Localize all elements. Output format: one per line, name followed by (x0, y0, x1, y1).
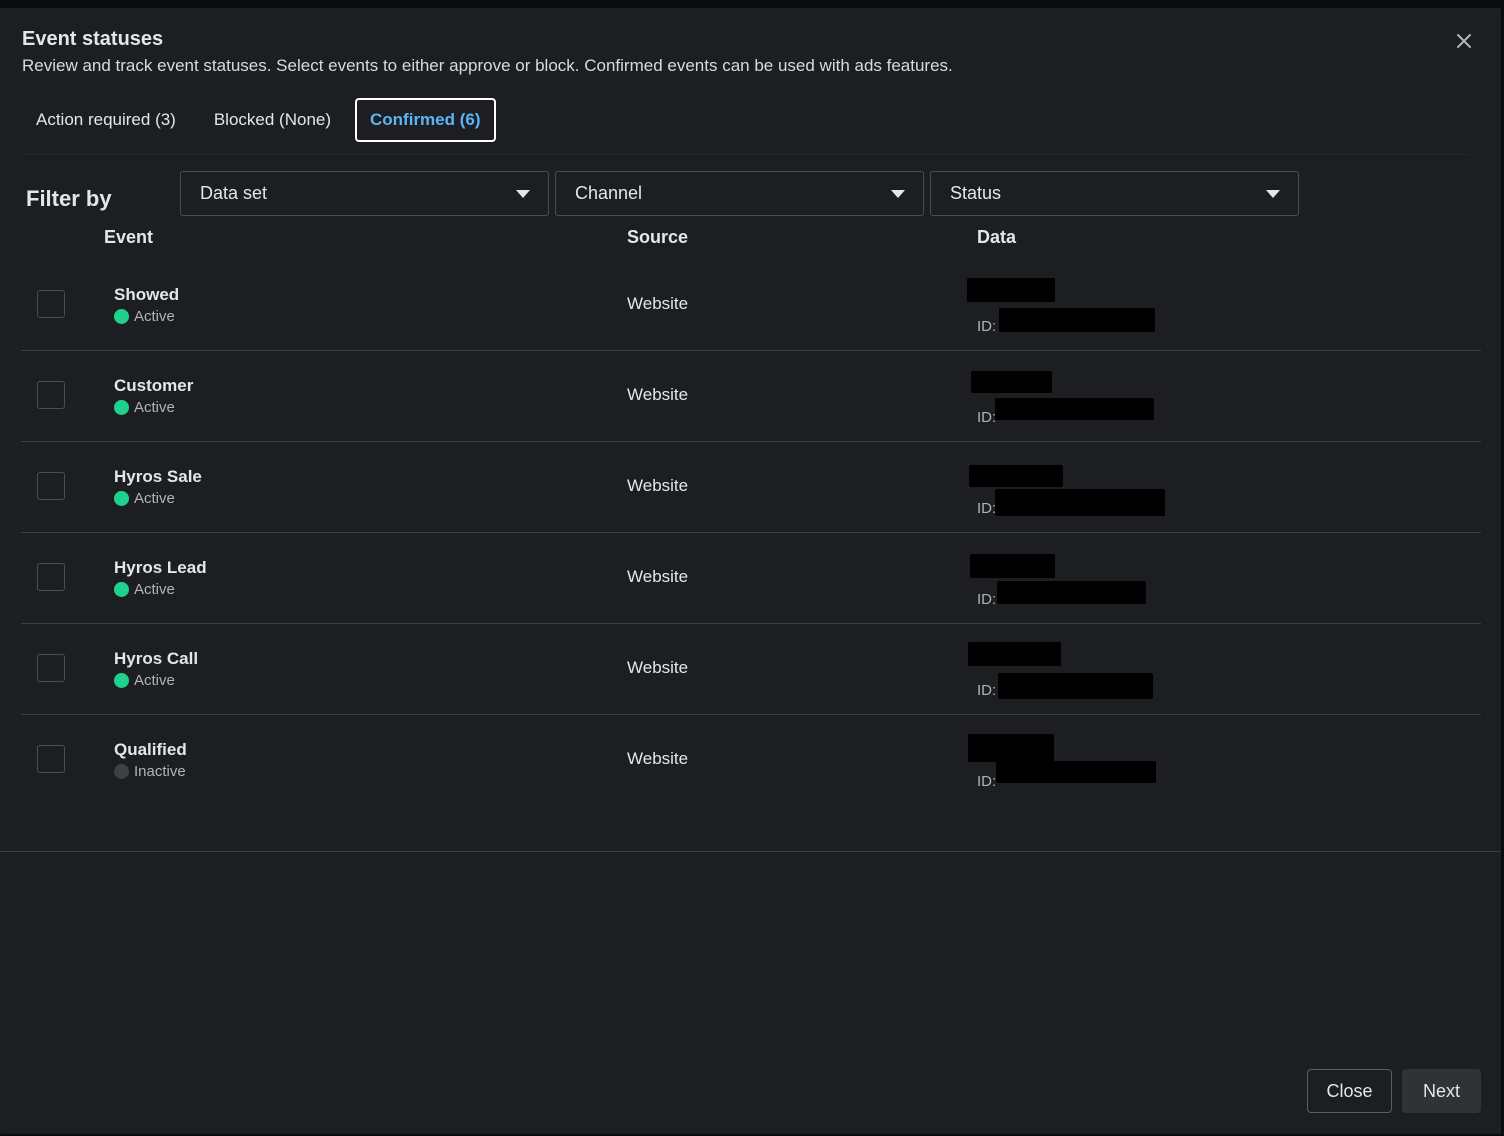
table-row: Hyros Lead Active Website ID: (21, 533, 1481, 624)
dialog-title: Event statuses (22, 28, 164, 50)
status-dot-icon (114, 309, 129, 324)
status-dropdown-label: Status (950, 183, 1002, 203)
event-source: Website (627, 658, 689, 677)
event-name: Hyros Call (114, 649, 199, 668)
column-header-source: Source (627, 227, 689, 247)
event-status-label: Inactive (134, 763, 186, 780)
data-set-dropdown-label: Data set (200, 183, 268, 203)
dialog-subtitle: Review and track event statuses. Select … (22, 56, 953, 75)
event-status-label: Active (134, 672, 175, 689)
id-label: ID: (977, 773, 997, 790)
next-button[interactable]: Next (1402, 1069, 1481, 1113)
tab-action-required[interactable]: Action required (3) (22, 98, 190, 142)
redacted-data-name (969, 465, 1063, 487)
event-source: Website (627, 476, 689, 495)
event-name: Hyros Lead (114, 558, 207, 577)
id-label: ID: (977, 500, 997, 517)
redacted-data-id (999, 308, 1155, 332)
redacted-data-name (968, 734, 1054, 762)
caret-down-icon (516, 189, 530, 198)
status-dot-icon (114, 491, 129, 506)
close-button[interactable]: Close (1307, 1069, 1392, 1113)
event-statuses-dialog: Event statuses Review and track event st… (0, 8, 1501, 1134)
status-dot-icon (114, 400, 129, 415)
event-source: Website (627, 567, 689, 586)
row-checkbox[interactable] (37, 654, 65, 682)
redacted-data-name (970, 554, 1055, 578)
id-label: ID: (977, 318, 997, 335)
redacted-data-id (996, 761, 1156, 783)
event-name: Showed (114, 285, 180, 304)
redacted-data-name (967, 278, 1055, 302)
event-source: Website (627, 749, 689, 768)
event-source: Website (627, 385, 689, 404)
redacted-data-id (997, 581, 1146, 604)
event-status: Active (114, 672, 175, 689)
row-checkbox[interactable] (37, 745, 65, 773)
id-label: ID: (977, 409, 997, 426)
event-status-label: Active (134, 399, 175, 416)
footer-divider (0, 851, 1501, 852)
caret-down-icon (891, 189, 905, 198)
redacted-data-id (998, 673, 1153, 699)
event-status: Active (114, 399, 175, 416)
table-row: Showed Active Website ID: (21, 260, 1481, 351)
row-checkbox[interactable] (37, 290, 65, 318)
tabs-divider (22, 154, 1468, 155)
redacted-data-id (995, 489, 1165, 516)
filter-label: Filter by (26, 186, 112, 211)
status-dot-icon (114, 673, 129, 688)
column-header-data: Data (977, 227, 1017, 247)
event-status: Active (114, 490, 175, 507)
event-name: Hyros Sale (114, 467, 202, 486)
tab-blocked[interactable]: Blocked (None) (200, 98, 345, 142)
event-source: Website (627, 294, 689, 313)
caret-down-icon (1266, 189, 1280, 198)
event-status: Inactive (114, 763, 186, 780)
id-label: ID: (977, 591, 997, 608)
channel-dropdown-label: Channel (575, 183, 643, 203)
close-dialog-button[interactable] (1451, 28, 1477, 54)
event-status: Active (114, 581, 175, 598)
data-set-dropdown[interactable]: Data set (180, 171, 549, 216)
redacted-data-name (971, 371, 1052, 393)
status-dot-icon (114, 764, 129, 779)
row-checkbox[interactable] (37, 381, 65, 409)
column-header-event: Event (104, 227, 154, 247)
tab-confirmed[interactable]: Confirmed (6) (355, 98, 496, 142)
id-label: ID: (977, 682, 997, 699)
event-status-label: Active (134, 581, 175, 598)
redacted-data-name (968, 642, 1061, 666)
event-name: Qualified (114, 740, 187, 759)
event-status-label: Active (134, 490, 175, 507)
status-dropdown[interactable]: Status (930, 171, 1299, 216)
table-row: Hyros Call Active Website ID: (21, 624, 1481, 715)
close-icon (1457, 34, 1471, 48)
event-status-label: Active (134, 308, 175, 325)
table-row: Hyros Sale Active Website ID: (21, 442, 1481, 533)
redacted-data-id (995, 398, 1154, 420)
event-status: Active (114, 308, 175, 325)
table-row: Qualified Inactive Website ID: (21, 715, 1481, 806)
row-checkbox[interactable] (37, 472, 65, 500)
row-checkbox[interactable] (37, 563, 65, 591)
event-name: Customer (114, 376, 194, 395)
status-dot-icon (114, 582, 129, 597)
channel-dropdown[interactable]: Channel (555, 171, 924, 216)
status-tabs: Action required (3) Blocked (None) Confi… (22, 98, 496, 142)
table-row: Customer Active Website ID: (21, 351, 1481, 442)
